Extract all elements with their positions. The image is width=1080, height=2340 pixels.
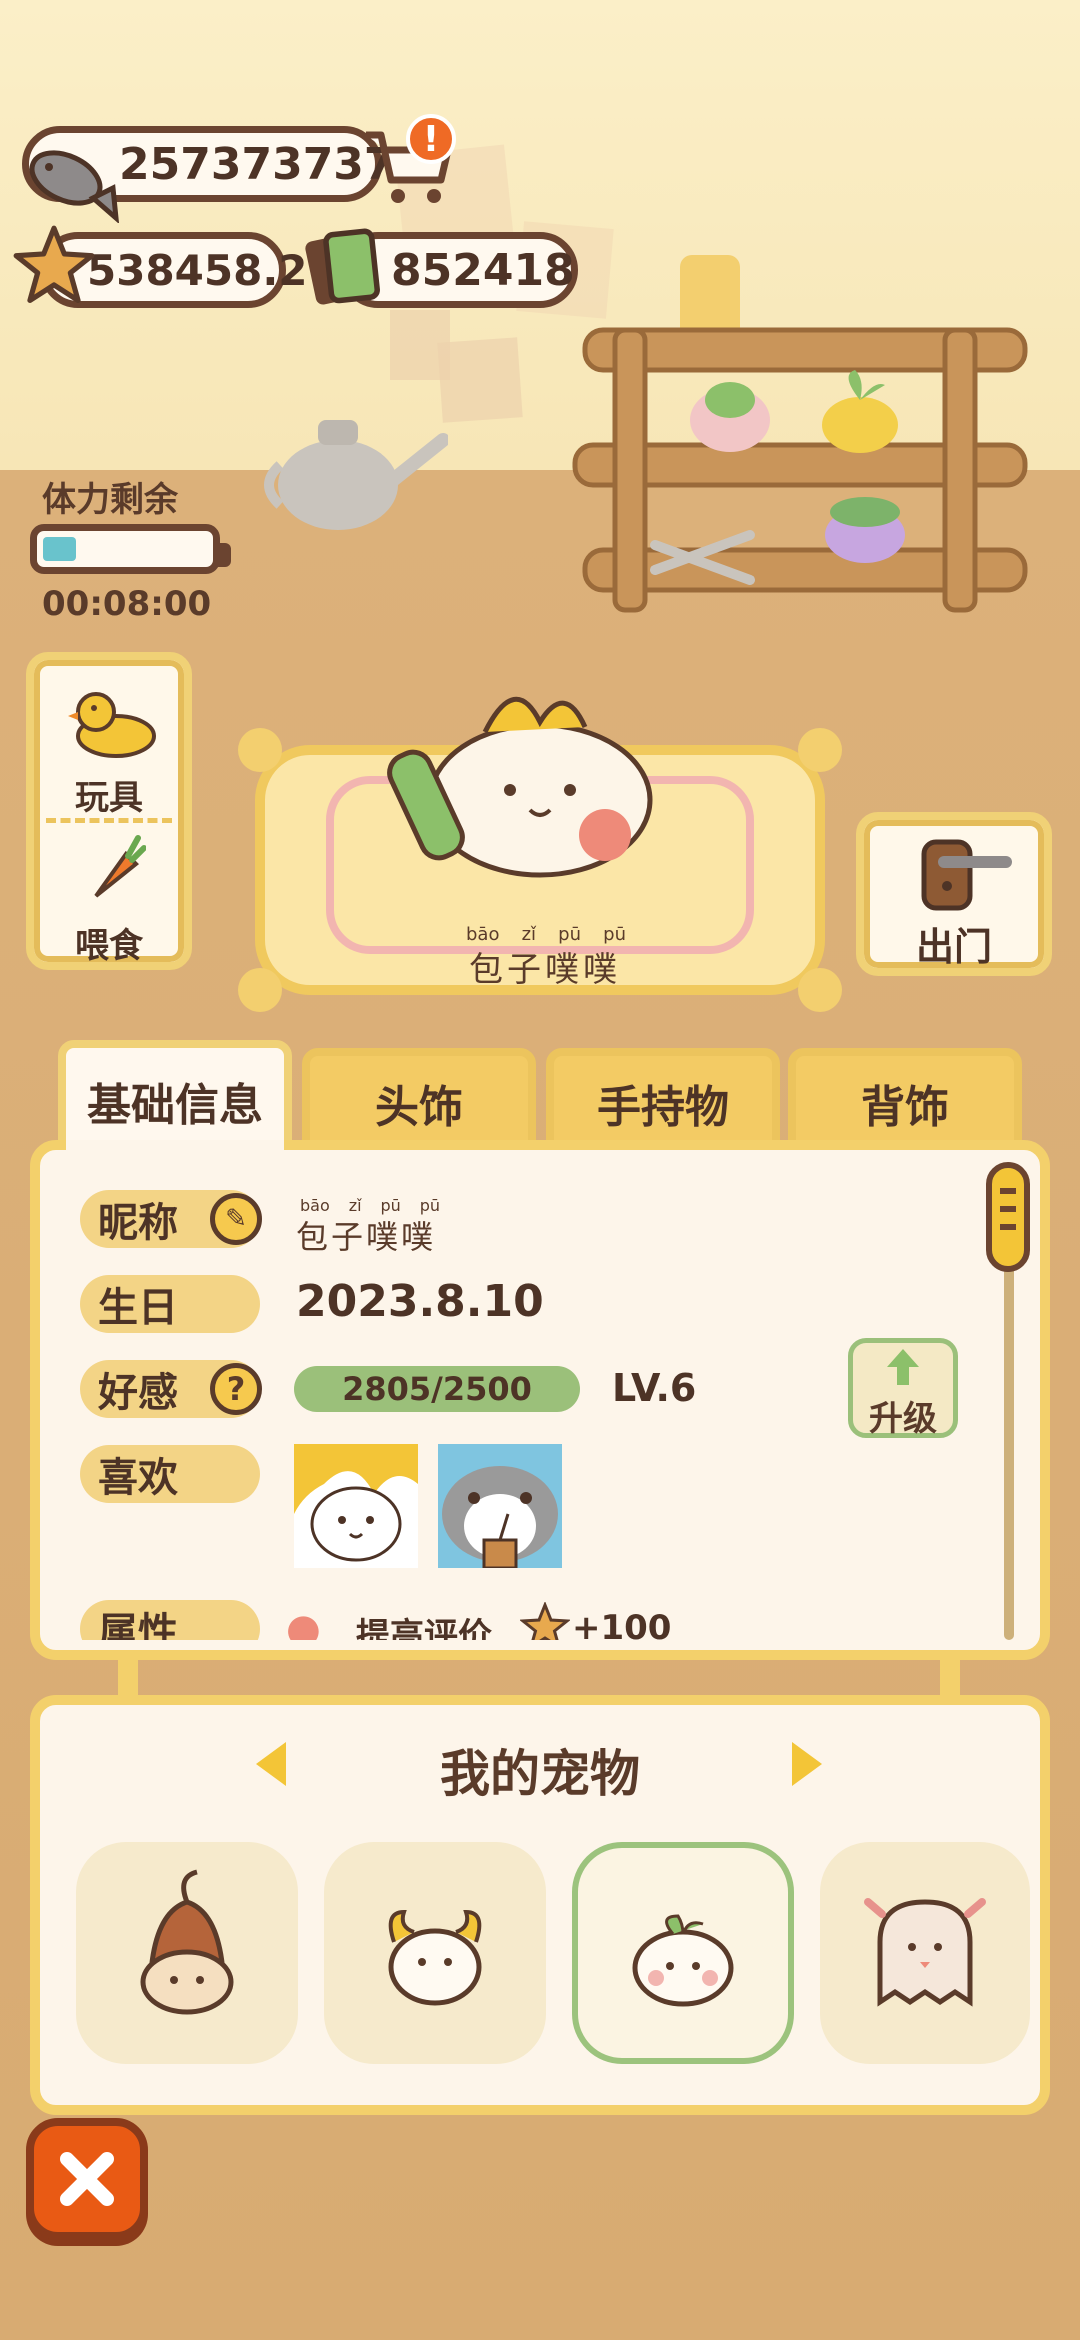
wooden-shelf (572, 255, 1028, 613)
bun-pet-icon (632, 1914, 734, 2007)
stamina-bar (30, 524, 231, 574)
stamina-timer: 00:08:00 (42, 584, 212, 624)
help-icon[interactable]: ? (210, 1363, 262, 1415)
pet-bun-character[interactable] (380, 660, 680, 880)
my-pets-title: 我的宠物 (440, 1745, 640, 1803)
fish-currency[interactable]: 2573737372 (22, 126, 425, 223)
stamina-fill (43, 537, 76, 561)
affection-value: 2805/2500 (342, 1370, 532, 1408)
menu-divider (46, 818, 172, 823)
attribute-text: 提高评价 (356, 1616, 492, 1640)
crab-pet-icon (388, 1909, 482, 2006)
door-handle-icon (921, 839, 1012, 911)
birthday-label: 生日 (80, 1275, 260, 1333)
likes-label: 喜欢 (80, 1445, 260, 1503)
pet-slot-acorn[interactable] (76, 1842, 298, 2064)
panel-connector (940, 1660, 960, 1700)
stamina-label: 体力剩余 (42, 480, 178, 520)
up-arrow-icon (887, 1349, 919, 1385)
close-button[interactable] (26, 2118, 148, 2240)
cash-amount: 852418 (391, 244, 575, 296)
side-menu: 玩具 喂食 (26, 652, 192, 970)
level-value: LV.6 (612, 1366, 697, 1410)
star-icon (13, 225, 95, 303)
fish-icon (29, 150, 120, 223)
feed-button[interactable]: 喂食 (34, 826, 184, 966)
upgrade-button[interactable]: 升级 (848, 1338, 958, 1439)
pet-slot-ghost[interactable] (820, 1842, 1030, 2064)
ghost-pet-icon (864, 1898, 986, 2007)
pet-slot-bun-selected[interactable] (572, 1842, 794, 2064)
teapot-icon (264, 420, 448, 530)
feed-label: 喂食 (75, 926, 143, 966)
prev-pet-arrow[interactable] (256, 1742, 286, 1786)
go-out-button[interactable]: 出门 (856, 812, 1052, 976)
attribute-bonus: +100 (572, 1608, 672, 1640)
upgrade-label: 升级 (869, 1399, 937, 1439)
birthday-value: 2023.8.10 (296, 1276, 544, 1327)
cash-currency[interactable]: 852418 (305, 228, 578, 308)
attribute-row-clip: 属性 ● 提高评价 +100 (40, 1590, 1000, 1640)
nickname-value: 包子噗噗 (296, 1218, 437, 1256)
acorn-pet-icon (140, 1869, 234, 2015)
liked-item-gray-cat (438, 1444, 562, 1568)
carrot-icon (94, 835, 146, 898)
go-out-label: 出门 (915, 925, 992, 969)
wall-note (437, 337, 523, 423)
tab-active-joiner (66, 1140, 284, 1156)
panel-connector (118, 1660, 138, 1700)
duck-icon (68, 692, 156, 758)
star-amount: 538458.2 (87, 245, 308, 295)
notification-badge: ! (406, 114, 456, 164)
liked-item-blonde-cat (294, 1444, 418, 1568)
pet-name-label: 包子噗噗 (469, 950, 621, 990)
attribute-label: 属性 (80, 1600, 260, 1640)
toys-button[interactable]: 玩具 (34, 674, 184, 818)
stamina-bar-cap (217, 543, 231, 567)
star-currency[interactable]: 538458.2 (13, 225, 308, 308)
toys-label: 玩具 (75, 778, 143, 818)
edit-brush-icon[interactable]: ✎ (210, 1193, 262, 1245)
next-pet-arrow[interactable] (792, 1742, 822, 1786)
attribute-star-icon (520, 1602, 570, 1640)
close-icon (60, 2152, 114, 2206)
paw-icon: ● (286, 1606, 321, 1640)
affection-bar: 2805/2500 (294, 1366, 580, 1412)
pet-slot-crab[interactable] (324, 1842, 546, 2064)
cash-icon (305, 228, 380, 305)
scroll-thumb[interactable] (986, 1162, 1030, 1272)
